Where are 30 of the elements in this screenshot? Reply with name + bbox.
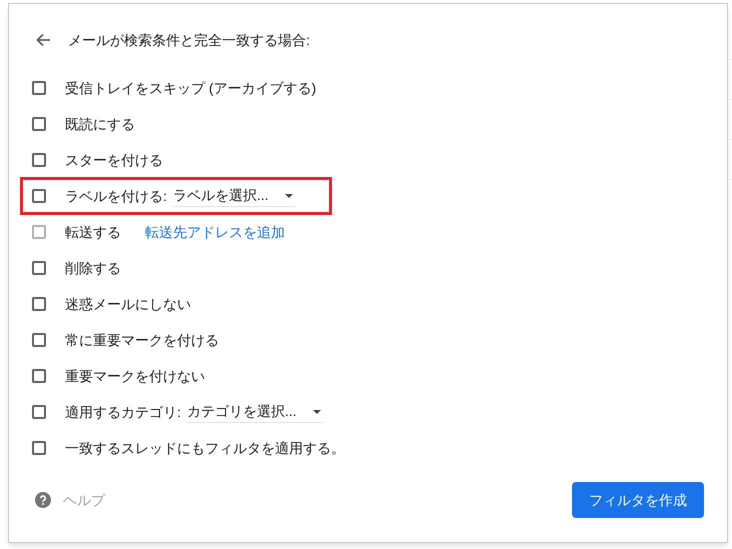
checkbox[interactable] <box>32 81 46 95</box>
checkbox[interactable] <box>32 117 46 131</box>
checkbox[interactable] <box>32 369 46 383</box>
checkbox[interactable] <box>32 405 46 419</box>
option-label: 常に重要マークを付ける <box>65 330 219 350</box>
dialog-title: メールが検索条件と完全一致する場合: <box>68 30 310 50</box>
help-link[interactable]: ヘルプ <box>63 490 105 510</box>
option-label: 転送する <box>65 222 121 242</box>
caret-icon <box>284 194 293 198</box>
checkbox[interactable] <box>32 153 46 167</box>
checkbox[interactable] <box>32 297 46 311</box>
caret-icon <box>312 410 321 414</box>
checkbox[interactable] <box>32 333 46 347</box>
option-label: 迷惑メールにしない <box>65 294 191 314</box>
help-icon[interactable] <box>35 492 51 508</box>
back-arrow-icon[interactable] <box>35 32 51 48</box>
dropdown-select[interactable]: ラベルを選択... <box>172 185 295 207</box>
option-label: 一致するスレッドにもフィルタを適用する。 <box>65 438 345 458</box>
option-label: 重要マークを付けない <box>65 366 205 386</box>
option-label: ラベルを付ける: <box>65 186 167 206</box>
checkbox[interactable] <box>32 441 46 455</box>
option-label: 既読にする <box>65 114 135 134</box>
option-label: 受信トレイをスキップ (アーカイブする) <box>65 78 316 98</box>
option-label: 適用するカテゴリ: <box>65 402 181 422</box>
option-label: スターを付ける <box>65 150 163 170</box>
dropdown-select[interactable]: カテゴリを選択... <box>186 401 323 423</box>
create-filter-button[interactable]: フィルタを作成 <box>572 482 704 518</box>
checkbox[interactable] <box>32 261 46 275</box>
option-label: 削除する <box>65 258 121 278</box>
checkbox[interactable] <box>32 189 46 203</box>
